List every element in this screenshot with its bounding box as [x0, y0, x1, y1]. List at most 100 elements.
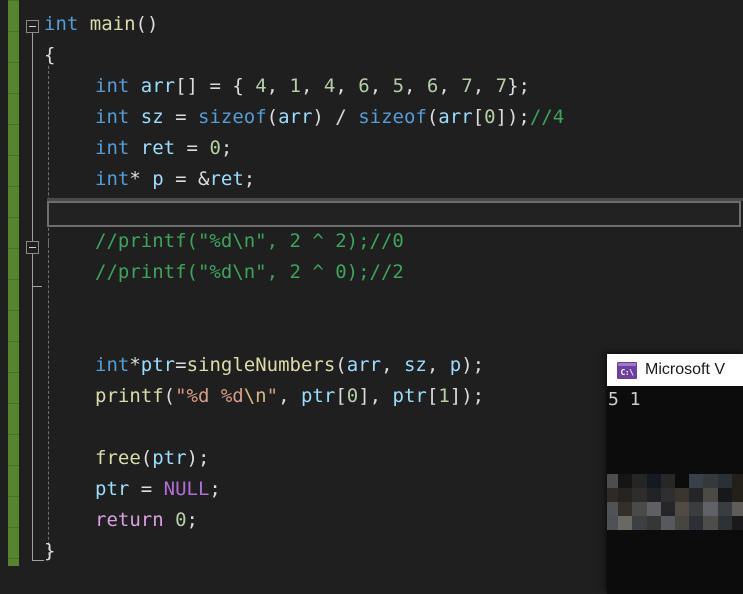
code-token: ,	[426, 354, 450, 376]
code-token: 7	[495, 75, 508, 97]
code-token: 6	[426, 75, 439, 97]
code-token: \n	[243, 385, 267, 407]
code-token: int	[95, 75, 130, 97]
code-token: };	[507, 75, 530, 97]
code-token: {	[44, 44, 56, 66]
code-token: (	[140, 447, 153, 469]
mosaic-cell	[632, 502, 647, 516]
collapse-toggle-main[interactable]	[26, 20, 39, 33]
code-token: 4	[255, 75, 267, 97]
mosaic-cell	[607, 488, 619, 502]
mosaic-cell	[689, 474, 704, 488]
mosaic-cell	[717, 474, 732, 488]
outline-bracket-region	[32, 254, 33, 560]
code-line[interactable]: }	[44, 536, 55, 567]
mosaic-cell	[674, 502, 690, 516]
code-token: singleNumbers	[186, 354, 336, 376]
code-token: ) /	[312, 106, 359, 128]
code-token: printf	[95, 385, 164, 407]
mosaic-cell	[632, 474, 647, 488]
code-token: ret	[140, 137, 176, 159]
code-token: 6	[358, 75, 370, 97]
code-line[interactable]: int* p = &ret;	[95, 164, 255, 195]
code-line[interactable]: {	[44, 40, 55, 71]
mosaic-cell	[703, 474, 718, 488]
collapsed-region-box[interactable]	[47, 201, 741, 227]
code-token: "	[266, 385, 279, 407]
code-token: ,	[266, 75, 290, 97]
code-line[interactable]: return 0;	[95, 505, 198, 536]
code-token: ,	[301, 75, 324, 97]
code-line[interactable]: int ret = 0;	[95, 133, 232, 164]
code-line[interactable]: int sz = sizeof(arr) / sizeof(arr[0]);//…	[95, 102, 564, 133]
redacted-pixelated-block	[607, 474, 743, 530]
code-token: ptr	[140, 354, 176, 376]
mosaic-cell	[703, 502, 718, 516]
mosaic-cell	[646, 488, 661, 502]
mosaic-cell	[618, 502, 633, 516]
mosaic-cell	[674, 488, 690, 502]
code-token: =	[175, 137, 210, 159]
code-token: //printf("%d\n", 2 ^ 0);//2	[95, 261, 404, 283]
mosaic-cell	[660, 502, 675, 516]
mosaic-cell	[689, 516, 704, 530]
console-title-label: Microsoft V	[645, 361, 726, 378]
code-token: ,	[472, 75, 496, 97]
code-line[interactable]: int main()	[44, 9, 158, 40]
collapse-toggle-region[interactable]	[26, 241, 39, 254]
code-token: ,	[369, 75, 393, 97]
code-token: =	[163, 106, 198, 128]
mosaic-cell	[674, 516, 690, 530]
debug-console-window[interactable]: C:\ Microsoft V 5 1	[607, 354, 743, 594]
code-token: sizeof	[198, 106, 267, 128]
code-token: []	[175, 75, 198, 97]
code-token: arr	[438, 106, 473, 128]
code-token: (	[163, 385, 176, 407]
mosaic-cell	[646, 502, 661, 516]
code-token: ()	[135, 13, 159, 35]
code-token: 4	[323, 75, 336, 97]
code-token: *	[129, 168, 153, 190]
code-token: *	[129, 354, 141, 376]
code-line[interactable]: int*ptr=singleNumbers(arr, sz, p);	[95, 350, 484, 381]
mosaic-cell	[731, 502, 743, 516]
code-token: 1	[289, 75, 301, 97]
code-line[interactable]: //printf("%d\n", 2 ^ 0);//2	[95, 257, 404, 288]
indent-guide-2	[48, 240, 49, 560]
code-token: ,	[278, 385, 301, 407]
code-token: = &	[163, 168, 210, 190]
code-token: 5	[392, 75, 405, 97]
console-title-bar[interactable]: C:\ Microsoft V	[607, 354, 743, 386]
code-token: (	[335, 354, 347, 376]
code-token: return	[95, 509, 164, 531]
code-line[interactable]: free(ptr);	[95, 443, 209, 474]
code-token: //4	[529, 106, 565, 128]
code-token: p	[449, 354, 462, 376]
mosaic-cell	[618, 474, 633, 488]
mosaic-cell	[660, 488, 675, 502]
mosaic-cell	[646, 474, 661, 488]
code-token: }	[44, 540, 56, 562]
console-output-area[interactable]: 5 1	[607, 386, 743, 594]
code-token: sizeof	[358, 106, 427, 128]
code-line[interactable]: int arr[] = { 4, 1, 4, 6, 5, 6, 7, 7};	[95, 71, 530, 102]
mosaic-cell	[689, 502, 704, 516]
code-token: ret	[209, 168, 244, 190]
code-token: NULL	[163, 478, 210, 500]
code-token: free	[95, 447, 141, 469]
code-token: ;	[209, 478, 221, 500]
mosaic-cell	[607, 516, 619, 530]
code-token: );	[461, 354, 485, 376]
code-line[interactable]: printf("%d %d\n", ptr[0], ptr[1]);	[95, 381, 484, 412]
code-line[interactable]: //printf("%d\n", 2 ^ 2);//0	[95, 226, 404, 257]
mosaic-cell	[689, 488, 704, 502]
code-token: "%d %d	[175, 385, 244, 407]
code-token: 1	[438, 385, 450, 407]
outline-foot-region	[32, 286, 42, 287]
code-token: int	[95, 137, 130, 159]
code-line[interactable]: ptr = NULL;	[95, 474, 221, 505]
